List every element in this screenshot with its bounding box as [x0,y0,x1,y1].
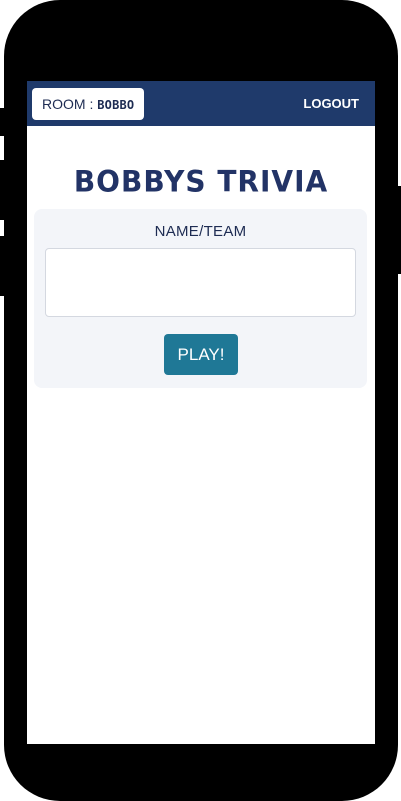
logout-link[interactable]: LOGOUT [303,96,359,111]
phone-side-button-power [395,186,401,274]
phone-side-button-volume-up [0,160,6,220]
app-screen: ROOM : BOBBO LOGOUT BOBBYS TRIVIA NAME/T… [27,81,375,744]
play-button[interactable]: PLAY! [164,334,238,375]
phone-side-button-mute [0,108,6,136]
page-title: BOBBYS TRIVIA [73,164,329,199]
room-code: BOBBO [97,98,135,112]
top-navbar: ROOM : BOBBO LOGOUT [27,81,375,126]
join-form-card: NAME/TEAM PLAY! [34,209,367,388]
phone-frame: ROOM : BOBBO LOGOUT BOBBYS TRIVIA NAME/T… [0,0,401,801]
room-label: ROOM : [42,96,98,112]
name-team-input[interactable] [45,248,356,317]
room-badge: ROOM : BOBBO [32,88,144,120]
name-team-label: NAME/TEAM [154,223,247,240]
phone-side-button-volume-down [0,236,6,296]
